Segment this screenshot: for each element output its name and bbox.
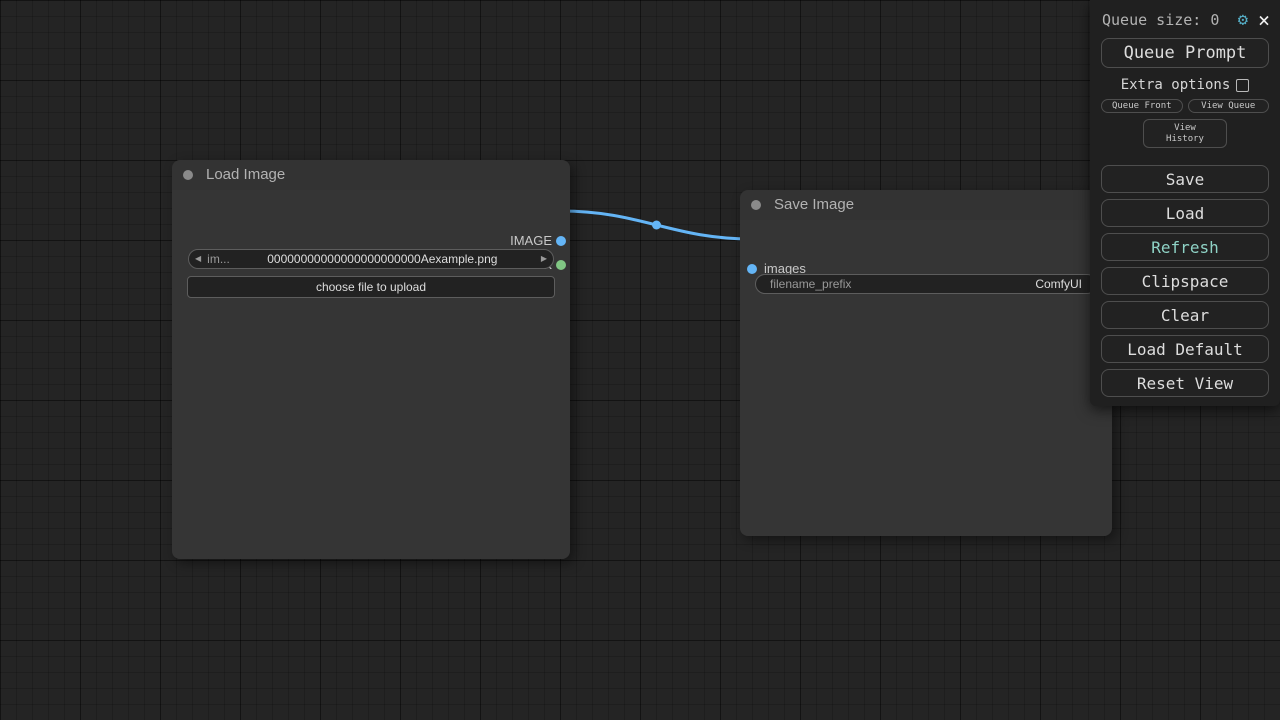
queue-size-row: Queue size: 0 ⚙ × bbox=[1102, 9, 1270, 31]
view-history-label: View History bbox=[1158, 123, 1212, 145]
combo-name: im... bbox=[207, 252, 230, 266]
extra-options-row: Extra options bbox=[1090, 76, 1280, 94]
image-combo-widget[interactable]: ◀ im... 00000000000000000000000Aexample.… bbox=[188, 249, 554, 269]
queue-front-button[interactable]: Queue Front bbox=[1101, 99, 1183, 113]
queue-mini-buttons: Queue Front View Queue bbox=[1101, 99, 1269, 113]
node-title: Save Image bbox=[774, 190, 1112, 220]
queue-size-label: Queue size: 0 bbox=[1102, 11, 1219, 29]
load-default-button[interactable]: Load Default bbox=[1101, 335, 1269, 363]
settings-gear-icon[interactable]: ⚙ bbox=[1238, 10, 1248, 30]
image-link bbox=[561, 211, 752, 239]
node-load-image-body: IMAGE MASK ◀ im... 000000000000000000000… bbox=[172, 190, 570, 559]
close-icon[interactable]: × bbox=[1258, 10, 1270, 30]
extra-options-checkbox[interactable] bbox=[1236, 79, 1249, 92]
node-collapse-dot[interactable] bbox=[183, 170, 193, 180]
node-save-image-body: images filename_prefix ComfyUI bbox=[740, 220, 1112, 536]
node-save-image[interactable]: Save Image images filename_prefix ComfyU… bbox=[740, 190, 1112, 536]
load-button[interactable]: Load bbox=[1101, 199, 1269, 227]
extra-options-label: Extra options bbox=[1121, 77, 1231, 93]
choose-file-button[interactable]: choose file to upload bbox=[187, 276, 555, 298]
node-collapse-dot[interactable] bbox=[751, 200, 761, 210]
widget-name: filename_prefix bbox=[756, 277, 851, 291]
node-load-image-titlebar[interactable]: Load Image bbox=[172, 160, 570, 190]
combo-prev-icon[interactable]: ◀ bbox=[189, 249, 207, 269]
save-button[interactable]: Save bbox=[1101, 165, 1269, 193]
node-title: Load Image bbox=[206, 160, 570, 190]
view-queue-button[interactable]: View Queue bbox=[1188, 99, 1270, 113]
output-label-image: IMAGE bbox=[510, 234, 552, 248]
link-midpoint-dot[interactable] bbox=[652, 221, 661, 230]
node-load-image[interactable]: Load Image IMAGE MASK ◀ im... 0000000000… bbox=[172, 160, 570, 559]
filename-prefix-widget[interactable]: filename_prefix ComfyUI bbox=[755, 274, 1097, 294]
reset-view-button[interactable]: Reset View bbox=[1101, 369, 1269, 397]
output-slot-image[interactable] bbox=[556, 236, 566, 246]
node-save-image-titlebar[interactable]: Save Image bbox=[740, 190, 1112, 220]
widget-value: ComfyUI bbox=[1035, 277, 1096, 291]
refresh-button[interactable]: Refresh bbox=[1101, 233, 1269, 261]
combo-next-icon[interactable]: ▶ bbox=[535, 249, 553, 269]
clear-button[interactable]: Clear bbox=[1101, 301, 1269, 329]
queue-prompt-button[interactable]: Queue Prompt bbox=[1101, 38, 1269, 68]
combo-value: 00000000000000000000000Aexample.png bbox=[230, 252, 535, 266]
comfy-menu: Queue size: 0 ⚙ × Queue Prompt Extra opt… bbox=[1090, 0, 1280, 406]
node-canvas[interactable]: Load Image IMAGE MASK ◀ im... 0000000000… bbox=[0, 0, 1280, 720]
input-slot-images[interactable] bbox=[747, 264, 757, 274]
output-slot-mask[interactable] bbox=[556, 260, 566, 270]
clipspace-button[interactable]: Clipspace bbox=[1101, 267, 1269, 295]
view-history-button[interactable]: View History bbox=[1143, 119, 1227, 148]
